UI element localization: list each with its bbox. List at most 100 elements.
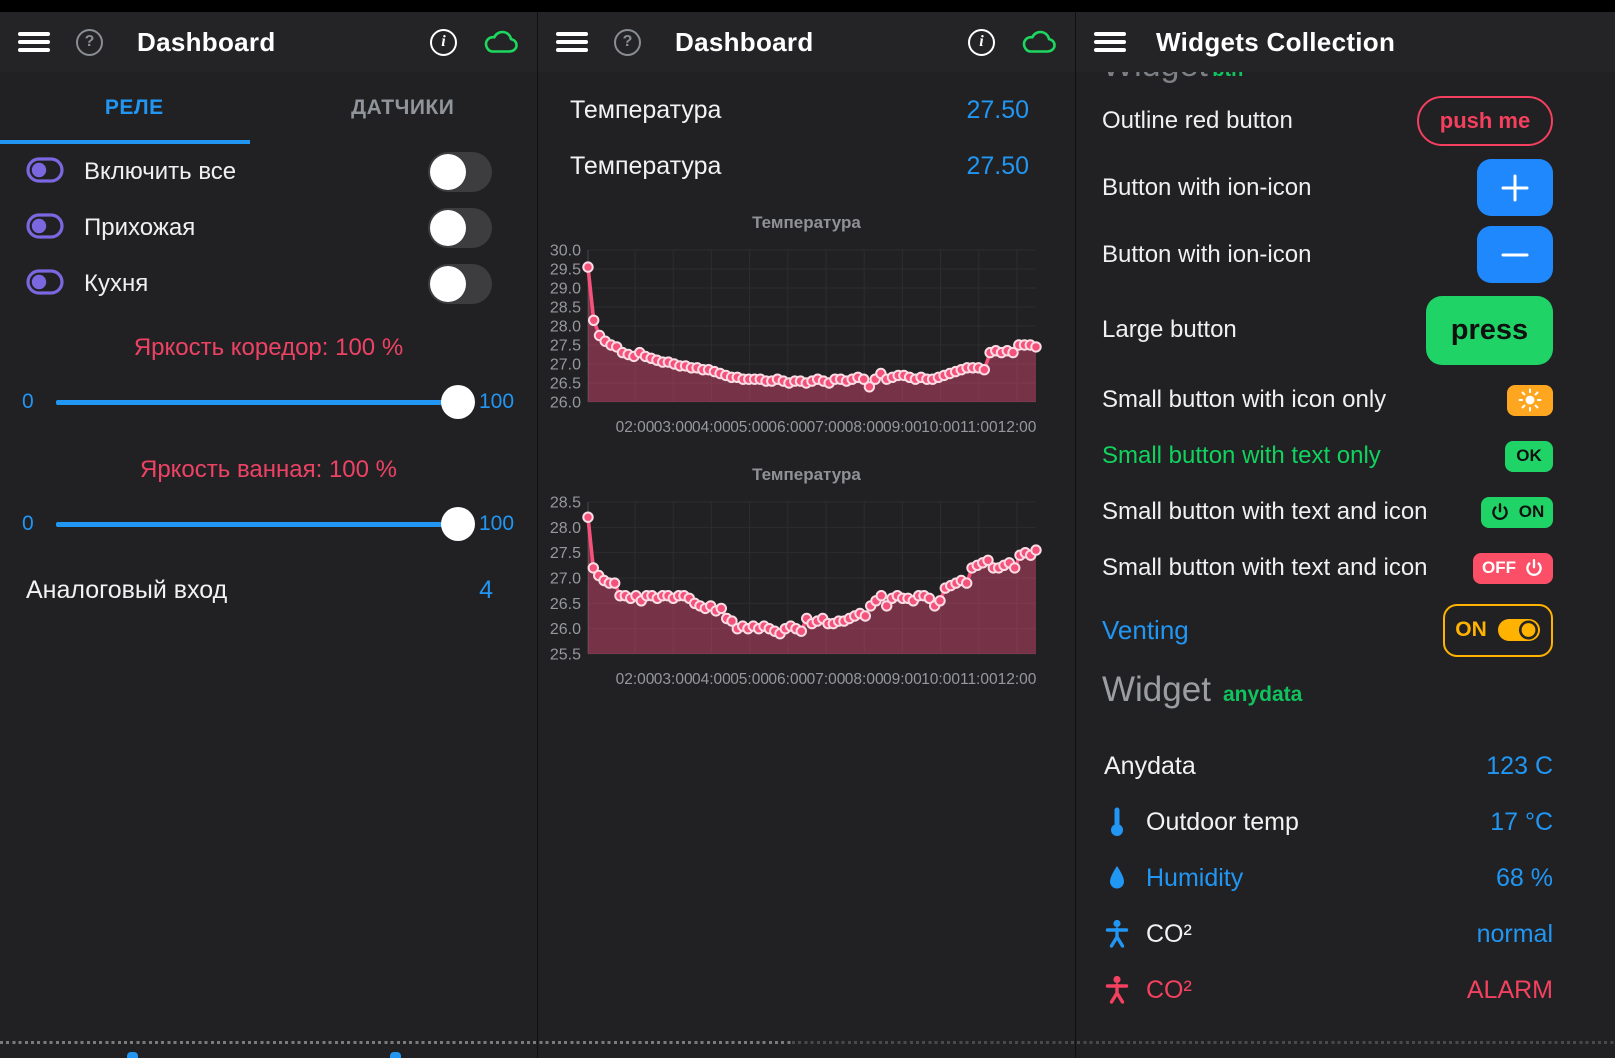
temperature-row: Температура 27.50 [538, 82, 1075, 138]
svg-text:07:00: 07:00 [807, 671, 846, 688]
row-label: Small button with icon only [1102, 386, 1386, 414]
brightness-button[interactable] [1507, 385, 1553, 416]
slider-track[interactable] [56, 504, 471, 544]
row-label: CO² [1146, 976, 1467, 1005]
svg-text:08:00: 08:00 [845, 671, 884, 688]
reading-value: 27.50 [966, 96, 1029, 125]
push-me-button[interactable]: push me [1417, 96, 1553, 146]
page-title: Dashboard [675, 27, 814, 58]
svg-text:28.5: 28.5 [550, 300, 581, 317]
row-label: Outline red button [1102, 107, 1293, 135]
tab-bar: РЕЛЕ ДАТЧИКИ [0, 72, 537, 144]
svg-text:05:00: 05:00 [730, 671, 769, 688]
widget-row-text-icon-on: Small button with text and icon ON [1076, 484, 1615, 540]
svg-text:28.0: 28.0 [550, 520, 581, 537]
add-button[interactable] [1477, 159, 1553, 216]
venting-toggle-button[interactable]: ON [1443, 604, 1553, 657]
analog-input-row: Аналоговый вход 4 [0, 564, 537, 616]
temperature-row: Температура 27.50 [538, 138, 1075, 194]
toggle-icon [26, 213, 64, 244]
chart-title: Температура [538, 460, 1075, 490]
body-icon [1104, 919, 1130, 949]
row-label: Button with ion-icon [1102, 241, 1311, 269]
appbar-right: Widgets Collection [1076, 12, 1615, 72]
toggle-icon [26, 157, 64, 188]
cloud-icon [1021, 29, 1057, 55]
menu-icon[interactable] [18, 30, 50, 54]
help-icon[interactable]: ? [76, 29, 103, 56]
svg-text:09:00: 09:00 [883, 419, 922, 436]
menu-icon[interactable] [1094, 30, 1126, 54]
switch-label: Прихожая [84, 214, 428, 242]
temperature-chart-1: 30.029.529.028.528.027.527.026.526.002:0… [542, 238, 1050, 446]
slider-knob[interactable] [441, 507, 475, 541]
brightness-icon [1518, 388, 1542, 412]
tab-sensors[interactable]: ДАТЧИКИ [269, 72, 538, 144]
svg-text:30.0: 30.0 [550, 243, 581, 260]
row-value: 123 C [1486, 752, 1553, 781]
svg-text:10:00: 10:00 [921, 419, 960, 436]
chart-title: Температура [538, 208, 1075, 238]
svg-text:06:00: 06:00 [768, 419, 807, 436]
slider-bathroom: 0 100 [0, 492, 537, 556]
off-button[interactable]: OFF [1473, 553, 1553, 584]
svg-text:02:00: 02:00 [616, 419, 655, 436]
switch-control-all[interactable] [428, 152, 492, 192]
reading-label: Температура [570, 96, 966, 125]
page-title: Widgets Collection [1156, 27, 1395, 58]
ok-button[interactable]: OK [1505, 441, 1553, 472]
row-label: Small button with text and icon [1102, 498, 1428, 526]
svg-text:27.5: 27.5 [550, 545, 581, 562]
svg-text:04:00: 04:00 [692, 419, 731, 436]
remove-icon [1498, 238, 1532, 272]
widget-row-text-icon-off: Small button with text and icon OFF [1076, 540, 1615, 596]
water-drop-icon [1104, 864, 1130, 892]
tab-relays[interactable]: РЕЛЕ [0, 72, 269, 144]
svg-text:09:00: 09:00 [883, 671, 922, 688]
row-label: CO² [1146, 920, 1477, 949]
switch-control-kitchen[interactable] [428, 264, 492, 304]
switch-row-kitchen: Кухня [0, 256, 537, 312]
remove-button[interactable] [1477, 226, 1553, 283]
svg-text:06:00: 06:00 [768, 671, 807, 688]
data-row-anydata: Anydata 123 C [1076, 738, 1615, 794]
switch-control-hallway[interactable] [428, 208, 492, 248]
info-icon[interactable]: i [430, 29, 457, 56]
row-value: 17 °C [1490, 808, 1553, 837]
svg-text:04:00: 04:00 [692, 671, 731, 688]
svg-text:10:00: 10:00 [921, 671, 960, 688]
svg-text:12:00: 12:00 [998, 419, 1037, 436]
temperature-chart-2: 28.528.027.527.026.526.025.502:0003:0004… [542, 490, 1050, 698]
section-title: Widget [1102, 72, 1208, 84]
svg-text:26.5: 26.5 [550, 596, 581, 613]
panel-dashboard-relays: ? Dashboard i РЕЛЕ ДАТЧИКИ Включить все … [0, 0, 538, 1058]
page-indicator-divider [792, 1041, 1615, 1044]
svg-text:12:00: 12:00 [998, 671, 1037, 688]
clipped-section-heading: Widget btn [1076, 72, 1615, 88]
row-value: normal [1477, 920, 1553, 949]
data-row-co2-alarm: CO² ALARM [1076, 962, 1615, 1018]
toggle-icon [1497, 617, 1541, 643]
menu-icon[interactable] [556, 30, 588, 54]
help-icon[interactable]: ? [614, 29, 641, 56]
svg-text:27.0: 27.0 [550, 571, 581, 588]
bottom-bar-icon-sliver [127, 1052, 138, 1058]
widget-row-ion-remove: Button with ion-icon [1076, 221, 1615, 288]
press-button[interactable]: press [1426, 296, 1553, 365]
row-label: Anydata [1104, 752, 1486, 781]
switch-label: Кухня [84, 270, 428, 298]
cloud-icon [483, 29, 519, 55]
slider-track[interactable] [56, 382, 471, 422]
svg-text:26.5: 26.5 [550, 376, 581, 393]
slider-knob[interactable] [441, 385, 475, 419]
row-label: Venting [1102, 615, 1189, 646]
slider-max-label: 100 [479, 390, 523, 414]
slider-max-label: 100 [479, 512, 523, 536]
info-icon[interactable]: i [968, 29, 995, 56]
on-button[interactable]: ON [1481, 497, 1553, 528]
power-icon [1490, 502, 1510, 522]
row-value: 68 % [1496, 864, 1553, 893]
section-title: Widget [1102, 670, 1211, 710]
bottom-bar-icon-sliver [390, 1052, 401, 1058]
widget-row-outline-red: Outline red button push me [1076, 88, 1615, 154]
